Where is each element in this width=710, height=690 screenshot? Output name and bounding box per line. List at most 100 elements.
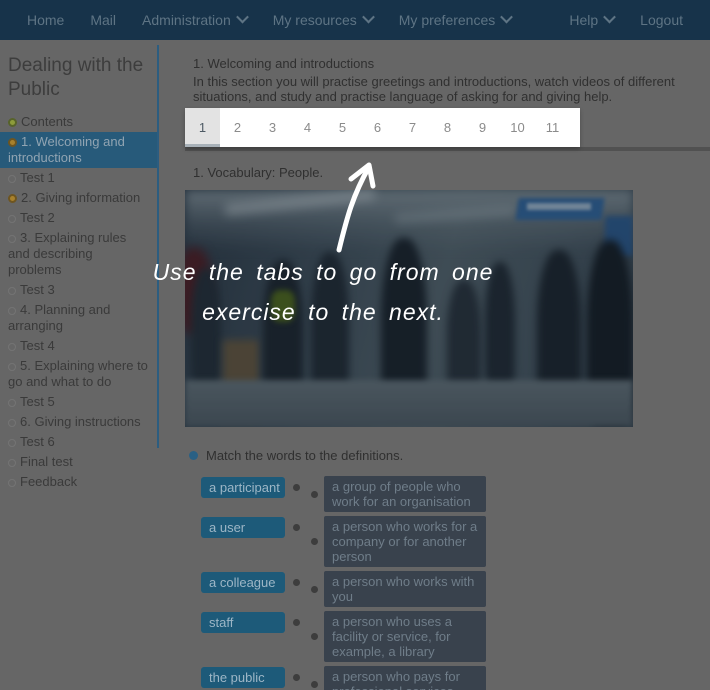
definition-box[interactable]: a person who works with you (324, 571, 486, 607)
sidebar-item-label: Test 2 (20, 210, 55, 225)
nav-item-label: My preferences (399, 0, 495, 40)
match-row: a participant a group of people who work… (201, 476, 710, 512)
term-connector-dot[interactable] (293, 524, 300, 531)
status-bullet-icon (8, 235, 16, 243)
definition-connector-dot[interactable] (311, 491, 318, 498)
exercise-tab[interactable]: 9 (465, 108, 500, 147)
definition-connector-dot[interactable] (311, 633, 318, 640)
match-row: a user a person who works for a company … (201, 516, 710, 567)
sidebar-item-label: Feedback (20, 474, 77, 489)
status-bullet-icon (8, 459, 16, 467)
exercise-tab[interactable]: 5 (325, 108, 360, 147)
definition-cell: a person who uses a facility or service,… (311, 611, 486, 662)
term-connector-dot[interactable] (293, 619, 300, 626)
exercise-tab[interactable]: 2 (220, 108, 255, 147)
sidebar-item[interactable]: Test 3 (0, 280, 157, 300)
sidebar-item[interactable]: 5. Explaining where to go and what to do (0, 356, 157, 392)
exercise-tab[interactable]: 11 (535, 108, 570, 147)
exercise-tab[interactable]: 1 (185, 108, 220, 147)
nav-item[interactable]: Administration (129, 0, 260, 40)
exercise-tab[interactable]: 4 (290, 108, 325, 147)
definition-box[interactable]: a person who works for a company or for … (324, 516, 486, 567)
sidebar-item[interactable]: 2. Giving information (0, 188, 157, 208)
definition-box[interactable]: a group of people who work for an organi… (324, 476, 486, 512)
exercise-tab[interactable]: 8 (430, 108, 465, 147)
sidebar-item[interactable]: Test 5 (0, 392, 157, 412)
term-box[interactable]: a colleague (201, 572, 285, 593)
status-bullet-icon (8, 287, 16, 295)
term-cell: a participant (201, 477, 311, 498)
nav-item[interactable]: My preferences (386, 0, 524, 40)
photo-dim-veil (185, 190, 633, 427)
term-cell: a colleague (201, 572, 311, 593)
sidebar-item[interactable]: Test 4 (0, 336, 157, 356)
sidebar-item-label: Test 1 (20, 170, 55, 185)
definition-connector-dot[interactable] (311, 681, 318, 688)
sidebar-item[interactable]: Test 1 (0, 168, 157, 188)
nav-item[interactable]: My resources (260, 0, 386, 40)
sidebar-item-label: 4. Planning and arranging (8, 302, 110, 333)
sidebar-item[interactable]: Feedback (0, 472, 157, 492)
sidebar-item[interactable]: Final test (0, 452, 157, 472)
definition-box[interactable]: a person who uses a facility or service,… (324, 611, 486, 662)
sidebar-item[interactable]: 6. Giving instructions (0, 412, 157, 432)
exercise-tabs-bar: 1 2 3 4 5 6 7 8 9 10 (185, 108, 710, 151)
lms-page: Home Mail Administration My resources (0, 0, 710, 690)
status-bullet-icon (8, 215, 16, 223)
status-bullet-icon (8, 479, 16, 487)
term-connector-dot[interactable] (293, 579, 300, 586)
sidebar-item-label: Test 3 (20, 282, 55, 297)
term-cell: staff (201, 612, 311, 633)
sidebar-item-label: Final test (20, 454, 73, 469)
status-bullet-icon (8, 138, 17, 147)
nav-item[interactable]: Help (556, 0, 627, 40)
definition-connector-dot[interactable] (311, 538, 318, 545)
nav-item[interactable]: Mail (77, 0, 129, 40)
term-box[interactable]: a participant (201, 477, 285, 498)
nav-item-label: My resources (273, 0, 357, 40)
sidebar-item-label: 1. Welcoming and introductions (8, 134, 125, 165)
term-box[interactable]: a user (201, 517, 285, 538)
match-row: staff a person who uses a facility or se… (201, 611, 710, 662)
match-row: the public a person who pays for profess… (201, 666, 710, 690)
nav-item[interactable]: Logout (627, 0, 696, 40)
exercise-tabs-highlight-box: 1 2 3 4 5 6 7 8 9 10 (185, 108, 580, 147)
instruction-bullet-icon (189, 451, 198, 460)
term-connector-dot[interactable] (293, 674, 300, 681)
nav-item-label: Logout (640, 0, 683, 40)
term-connector-dot[interactable] (293, 484, 300, 491)
exercise-tab[interactable]: 3 (255, 108, 290, 147)
exercise-tab[interactable]: 6 (360, 108, 395, 147)
instruction-text: Match the words to the definitions. (206, 448, 403, 463)
exercise-tab[interactable]: 7 (395, 108, 430, 147)
status-bullet-icon (8, 363, 16, 371)
status-bullet-icon (8, 175, 16, 183)
sidebar-item[interactable]: 3. Explaining rules and describing probl… (0, 228, 157, 280)
sidebar-item-label: 6. Giving instructions (20, 414, 141, 429)
sidebar-item[interactable]: Contents (0, 112, 157, 132)
exercise-tab[interactable]: 10 (500, 108, 535, 147)
definition-box[interactable]: a person who pays for professional servi… (324, 666, 486, 690)
nav-item[interactable]: Home (14, 0, 77, 40)
sidebar-item[interactable]: Test 6 (0, 432, 157, 452)
chevron-down-icon (362, 10, 375, 23)
nav-item-label: Administration (142, 0, 231, 40)
definition-connector-dot[interactable] (311, 586, 318, 593)
term-box[interactable]: staff (201, 612, 285, 633)
main-content: 1. Welcoming and introductions In this s… (185, 40, 710, 690)
course-nav-list: Contents 1. Welcoming and introductions … (0, 112, 157, 492)
sidebar-item-label: 5. Explaining where to go and what to do (8, 358, 148, 389)
definition-cell: a group of people who work for an organi… (311, 476, 486, 512)
section-intro: In this section you will practise greeti… (193, 74, 708, 104)
matching-exercise: a participant a group of people who work… (201, 476, 710, 690)
term-box[interactable]: the public (201, 667, 285, 688)
match-row: a colleague a person who works with you (201, 571, 710, 607)
term-cell: the public (201, 667, 311, 688)
sidebar-item-label: 3. Explaining rules and describing probl… (8, 230, 126, 277)
nav-item-label: Home (27, 0, 64, 40)
sidebar-item[interactable]: 1. Welcoming and introductions (0, 132, 157, 168)
sidebar-item-label: Test 6 (20, 434, 55, 449)
sidebar-item[interactable]: 4. Planning and arranging (0, 300, 157, 336)
sidebar-item[interactable]: Test 2 (0, 208, 157, 228)
definition-cell: a person who works with you (311, 571, 486, 607)
